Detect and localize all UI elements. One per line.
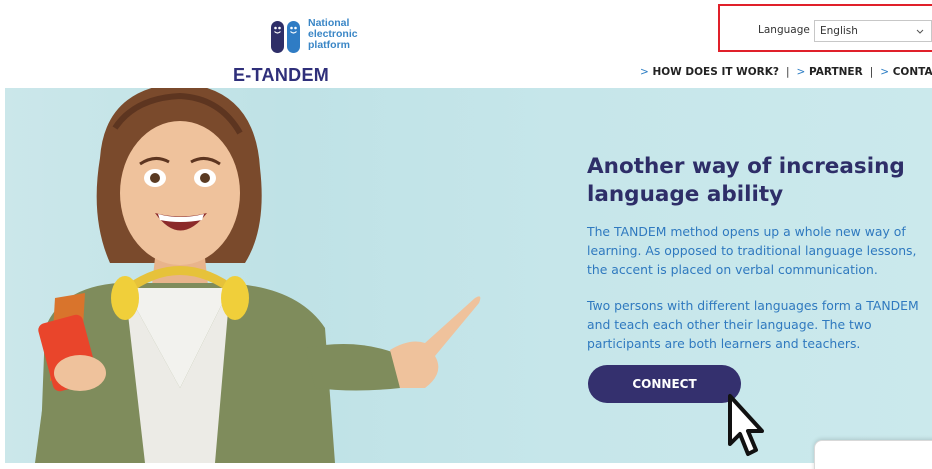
language-select[interactable]: English [814, 20, 932, 42]
hand-cursor-icon [728, 394, 764, 456]
nav-separator: | [869, 66, 874, 78]
hero-title: Another way of increasing language abili… [587, 154, 905, 207]
nav-contact-us[interactable]: > CONTACT US [880, 66, 932, 78]
nav-partner[interactable]: > PARTNER [797, 66, 863, 78]
nav-how-does-it-work[interactable]: > HOW DOES IT WORK? [640, 66, 779, 78]
hero-paragraph-1: The TANDEM method opens up a whole new w… [587, 224, 917, 277]
logo-figures-icon [271, 21, 300, 53]
nav-arrow: > [640, 66, 649, 78]
language-label: Language [758, 24, 810, 36]
chat-widget[interactable] [814, 440, 932, 469]
nav-label: PARTNER [809, 66, 863, 78]
hero-photo [35, 88, 481, 463]
nav-label: HOW DOES IT WORK? [652, 66, 779, 78]
logo-line-3: platform [308, 39, 350, 51]
nav-arrow: > [796, 66, 806, 78]
nav-arrow: > [880, 66, 890, 78]
site-logo[interactable]: National electronic platform E-TANDEM [232, 14, 362, 86]
page: National electronic platform E-TANDEM La… [0, 0, 932, 469]
top-navigation: > HOW DOES IT WORK? | > PARTNER | > CONTACT … [640, 66, 932, 78]
language-select-value: English [820, 25, 858, 37]
brand-name: E-TANDEM [233, 65, 330, 85]
connect-button[interactable]: CONNECT [588, 365, 741, 403]
nav-separator: | [786, 66, 790, 78]
logo-tagline: National electronic platform [308, 18, 358, 51]
chevron-down-icon [916, 29, 924, 34]
nav-label: CONTACT US [892, 66, 932, 78]
hero-paragraph-2: Two persons with different languages for… [587, 298, 919, 351]
